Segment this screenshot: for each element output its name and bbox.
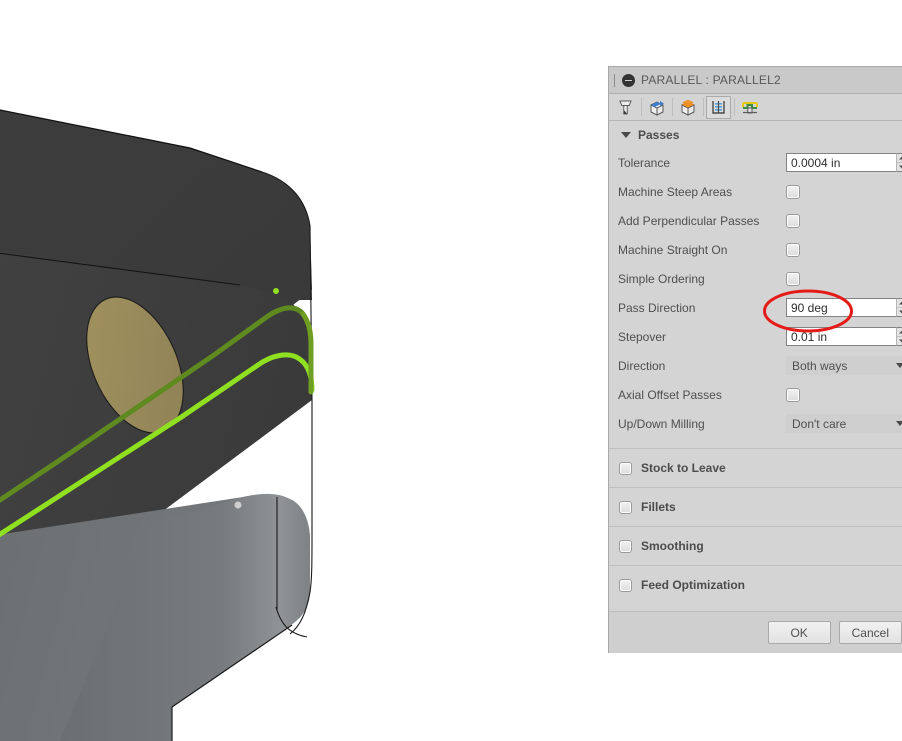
passes-section-header[interactable]: Passes <box>609 121 902 148</box>
simple-ordering-checkbox[interactable] <box>786 271 800 286</box>
fillets-label: Fillets <box>641 500 676 514</box>
geometry-cube-blue-icon <box>650 100 664 116</box>
row-pass-direction: Pass Direction <box>609 293 902 322</box>
caret-down-icon[interactable] <box>621 131 631 138</box>
stock-to-leave-checkbox[interactable] <box>619 461 632 475</box>
pass-direction-input[interactable] <box>786 298 896 317</box>
row-add-perpendicular-passes: Add Perpendicular Passes <box>609 206 902 235</box>
row-direction: Direction Both ways <box>609 351 902 380</box>
direction-label: Direction <box>618 358 666 373</box>
tolerance-spin-buttons[interactable] <box>896 153 902 172</box>
tolerance-input[interactable] <box>786 153 896 172</box>
tab-separator <box>672 98 673 116</box>
add-perpendicular-passes-checkbox[interactable] <box>786 213 800 228</box>
axial-offset-passes-label: Axial Offset Passes <box>618 387 722 402</box>
up-down-milling-label: Up/Down Milling <box>618 416 705 431</box>
dialog-body: Passes Tolerance Machine Steep Areas <box>609 121 902 611</box>
feed-optimization-label: Feed Optimization <box>641 578 746 592</box>
dialog-titlebar[interactable]: PARALLEL : PARALLEL2 <box>609 67 902 94</box>
stepover-label: Stepover <box>618 329 667 344</box>
spin-up-icon[interactable] <box>897 154 902 163</box>
suppressed-circle-icon[interactable] <box>622 73 635 87</box>
linking-tab[interactable] <box>737 96 762 119</box>
spin-up-icon[interactable] <box>897 299 902 308</box>
row-up-down-milling: Up/Down Milling Don't care <box>609 409 902 438</box>
stepover-spin-buttons[interactable] <box>896 327 902 346</box>
chevron-down-icon[interactable] <box>896 421 902 426</box>
pass-direction-label: Pass Direction <box>618 300 696 315</box>
origin-marker-dot <box>234 501 242 509</box>
machine-steep-areas-checkbox[interactable] <box>786 184 800 199</box>
tolerance-label: Tolerance <box>618 155 671 170</box>
smoothing-label: Smoothing <box>641 539 704 553</box>
group-smoothing[interactable]: Smoothing <box>609 526 902 565</box>
row-tolerance: Tolerance <box>609 148 902 177</box>
tool-tab[interactable] <box>613 96 638 119</box>
stock-to-leave-label: Stock to Leave <box>641 461 726 475</box>
up-down-milling-dropdown-value: Don't care <box>792 416 847 431</box>
simple-ordering-label: Simple Ordering <box>618 271 705 286</box>
add-perpendicular-passes-label: Add Perpendicular Passes <box>618 213 760 228</box>
dialog-title: PARALLEL : PARALLEL2 <box>641 73 781 87</box>
tab-separator <box>641 98 642 116</box>
fillets-checkbox[interactable] <box>619 500 632 514</box>
spin-down-icon[interactable] <box>897 163 902 171</box>
heights-tab[interactable] <box>675 96 700 119</box>
machine-straight-on-checkbox[interactable] <box>786 242 800 257</box>
passes-tab[interactable] <box>706 95 731 119</box>
smoothing-checkbox[interactable] <box>619 539 632 553</box>
row-simple-ordering: Simple Ordering <box>609 264 902 293</box>
spin-up-icon[interactable] <box>897 328 902 337</box>
dialog-tabstrip[interactable] <box>609 94 902 121</box>
ok-button[interactable]: OK <box>767 621 831 644</box>
passes-stripes-icon <box>712 100 725 114</box>
passes-section-label: Passes <box>638 127 680 142</box>
machine-straight-on-label: Machine Straight On <box>618 242 728 257</box>
stepover-spinner[interactable] <box>786 327 902 346</box>
cad-model-graphic <box>0 109 315 741</box>
toolpath-node-dot <box>273 288 279 294</box>
linking-ramp-icon <box>741 101 758 113</box>
cancel-button[interactable]: Cancel <box>838 621 902 644</box>
group-fillets[interactable]: Fillets <box>609 487 902 526</box>
row-machine-straight-on: Machine Straight On <box>609 235 902 264</box>
spin-down-icon[interactable] <box>897 337 902 345</box>
up-down-milling-dropdown[interactable]: Don't care <box>786 414 902 433</box>
dialog-footer: OK Cancel <box>609 611 902 653</box>
direction-dropdown-value: Both ways <box>792 358 848 373</box>
cad-3d-viewport[interactable] <box>0 0 608 741</box>
pass-direction-spin-buttons[interactable] <box>896 298 902 317</box>
drag-grip-icon[interactable] <box>612 73 618 87</box>
group-feed-optimization[interactable]: Feed Optimization <box>609 565 902 604</box>
pass-direction-spinner[interactable] <box>786 298 902 317</box>
heights-cube-orange-icon <box>681 99 694 116</box>
stepover-input[interactable] <box>786 327 896 346</box>
group-stock-to-leave[interactable]: Stock to Leave <box>609 448 902 487</box>
spin-down-icon[interactable] <box>897 308 902 316</box>
machine-steep-areas-label: Machine Steep Areas <box>618 184 733 199</box>
end-mill-tool-icon <box>619 100 632 114</box>
tolerance-spinner[interactable] <box>786 153 902 172</box>
tab-separator <box>703 98 704 116</box>
row-axial-offset-passes: Axial Offset Passes <box>609 380 902 409</box>
direction-dropdown[interactable]: Both ways <box>786 356 902 375</box>
feed-optimization-checkbox[interactable] <box>619 578 632 592</box>
row-stepover: Stepover <box>609 322 902 351</box>
geometry-tab[interactable] <box>644 96 669 119</box>
row-machine-steep-areas: Machine Steep Areas <box>609 177 902 206</box>
tab-separator <box>734 98 735 116</box>
chevron-down-icon[interactable] <box>896 363 902 368</box>
parallel-operation-dialog[interactable]: PARALLEL : PARALLEL2 Passes Tolerance 0.… <box>608 66 902 653</box>
axial-offset-passes-checkbox[interactable] <box>786 387 800 402</box>
